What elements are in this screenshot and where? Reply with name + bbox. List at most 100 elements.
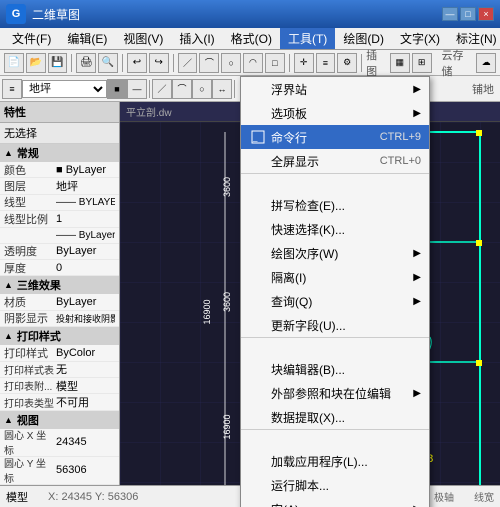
section-3d[interactable]: ▲ 三维效果 [0, 276, 119, 294]
status-polar[interactable]: 极轴 [434, 489, 454, 504]
draw-line-button[interactable]: ／ [152, 79, 172, 99]
prop-plot-type: 打印表类型 不可用 [0, 394, 119, 410]
menu-tools-query[interactable]: 查询(Q) ▶ [241, 289, 429, 313]
layer-mgr-button[interactable]: ≡ [2, 79, 22, 99]
draw-circle-button[interactable]: ○ [192, 79, 212, 99]
color-button[interactable]: ■ [107, 79, 127, 99]
prop-layer: 图层 地坪 [0, 178, 119, 194]
cloud-save-button[interactable]: ☁ [476, 53, 496, 73]
isolate-arrow: ▶ [413, 272, 421, 283]
preview-button[interactable]: 🔍 [98, 53, 118, 73]
menu-tools[interactable]: 工具(T) [280, 28, 335, 49]
toolbar-sep-6 [149, 80, 150, 98]
toolbar-label-puding: 铺地 [472, 81, 498, 97]
blockedit-icon [249, 360, 267, 378]
menu-tools-palette[interactable]: 选项板 ▶ [241, 101, 429, 125]
fullscreen-shortcut: CTRL+0 [380, 155, 421, 167]
new-button[interactable]: 📄 [4, 53, 24, 73]
menu-tools-cmdline[interactable]: _ 命令行 CTRL+9 [241, 125, 429, 149]
fullscreen-icon [249, 152, 267, 170]
menu-tools-updatefield[interactable]: 更新字段(U)... [241, 313, 429, 337]
redo-button[interactable]: ↪ [149, 53, 169, 73]
close-button[interactable]: × [478, 7, 494, 21]
updatefield-icon [249, 316, 267, 334]
minimize-button[interactable]: — [442, 7, 458, 21]
svg-text:16900: 16900 [202, 299, 212, 324]
insert-image-button[interactable]: ▦ [390, 53, 410, 73]
section-print[interactable]: ▲ 打印样式 [0, 327, 119, 345]
svg-text:_: _ [252, 133, 258, 142]
insert-block-button[interactable]: ⊞ [412, 53, 432, 73]
prop-thickness: 厚度 0 [0, 260, 119, 276]
menu-tools-blockedit[interactable]: 块编辑器(B)... [241, 357, 429, 381]
toolbar-label-cloud: 云存储 [442, 47, 475, 79]
quicksel-icon [249, 220, 267, 238]
query-arrow: ▶ [413, 296, 421, 307]
menu-tools-xref[interactable]: 外部参照和块在位编辑 ▶ [241, 381, 429, 405]
menu-sep-2 [241, 337, 429, 357]
prop-material: 材质 ByLayer [0, 294, 119, 310]
section-general[interactable]: ▲ 常规 [0, 144, 119, 162]
menu-tools-dataextract[interactable]: 数据提取(X)... [241, 405, 429, 429]
draw-move-button[interactable]: ↔ [212, 79, 232, 99]
script-icon [249, 476, 267, 494]
menu-tools-macro[interactable]: 宏(A) ▶ [241, 497, 429, 507]
menu-tools-script[interactable]: 运行脚本... [241, 473, 429, 497]
menu-tools-loadapp[interactable]: 加载应用程序(L)... [241, 449, 429, 473]
menu-tools-fullscreen[interactable]: 全屏显示 CTRL+0 [241, 149, 429, 173]
circle-button[interactable]: ○ [221, 53, 241, 73]
macro-arrow: ▶ [413, 504, 421, 507]
prop-plot-attach: 打印表附... 模型 [0, 378, 119, 394]
section-view[interactable]: ▲ 视图 [0, 411, 119, 429]
undo-button[interactable]: ↩ [127, 53, 147, 73]
drawing-filename: 平立剖.dw [126, 104, 172, 119]
layer-select[interactable]: 地坪 墙体 标注 [22, 80, 107, 98]
menu-edit[interactable]: 编辑(E) [59, 28, 115, 49]
menu-format[interactable]: 格式(O) [223, 28, 280, 49]
prop-lweight: —— ByLayer [0, 228, 119, 244]
section-arrow-view: ▲ [4, 415, 13, 425]
toolbar-sep-3 [173, 54, 174, 72]
draw-pline-button[interactable]: ⌒ [172, 79, 192, 99]
cmdline-shortcut: CTRL+9 [380, 131, 421, 143]
snap-button[interactable]: ✛ [294, 53, 314, 73]
arc-button[interactable]: ◠ [243, 53, 263, 73]
properties-button[interactable]: ⚙ [337, 53, 357, 73]
properties-panel: 特性 无选择 ▲ 常规 颜色 ■ ByLayer 图层 地坪 线型 —— BYL… [0, 102, 120, 485]
menu-tools-isolate[interactable]: 隔离(I) ▶ [241, 265, 429, 289]
menu-view[interactable]: 视图(V) [115, 28, 171, 49]
polyline-button[interactable]: ⌒ [199, 53, 219, 73]
menu-text[interactable]: 文字(X) [392, 28, 448, 49]
status-lineweight[interactable]: 线宽 [474, 489, 494, 504]
floating-arrow: ▶ [413, 84, 421, 95]
layer-button[interactable]: ≡ [316, 53, 336, 73]
status-coords: X: 24345 Y: 56306 [48, 491, 138, 503]
maximize-button[interactable]: □ [460, 7, 476, 21]
xref-icon [249, 384, 267, 402]
menu-tools-floating[interactable]: 浮界站 ▶ [241, 77, 429, 101]
menu-tools-quicksel[interactable]: 快速选择(K)... [241, 217, 429, 241]
toolbar-sep-2 [122, 54, 123, 72]
rect-button[interactable]: □ [265, 53, 285, 73]
svg-text:3600: 3600 [222, 292, 232, 312]
menu-tools-spell[interactable]: 拼写检查(E)... [241, 193, 429, 217]
palette-arrow: ▶ [413, 108, 421, 119]
tools-dropdown-menu[interactable]: 浮界站 ▶ 选项板 ▶ _ 命令行 CTRL+9 全屏 [240, 76, 430, 507]
print-button[interactable]: 🖨 [76, 53, 96, 73]
svg-text:3600: 3600 [222, 177, 232, 197]
section-arrow-print: ▲ [4, 331, 13, 341]
save-button[interactable]: 💾 [48, 53, 68, 73]
open-button[interactable]: 📂 [26, 53, 46, 73]
prop-shadow: 阴影显示 投射和接收阴影 [0, 311, 119, 327]
menu-insert[interactable]: 插入(I) [171, 28, 222, 49]
isolate-icon [249, 268, 267, 286]
prop-linetype: 线型 —— BYLAYER [0, 195, 119, 211]
no-select-label: 无选择 [0, 123, 119, 144]
query-icon [249, 292, 267, 310]
menu-tools-draworder[interactable]: 绘图次序(W) ▶ [241, 241, 429, 265]
menu-file[interactable]: 文件(F) [4, 28, 59, 49]
line-button[interactable]: ／ [178, 53, 198, 73]
status-model[interactable]: 模型 [6, 489, 28, 505]
menu-sep-3 [241, 429, 429, 449]
linetype-button[interactable]: — [127, 79, 147, 99]
